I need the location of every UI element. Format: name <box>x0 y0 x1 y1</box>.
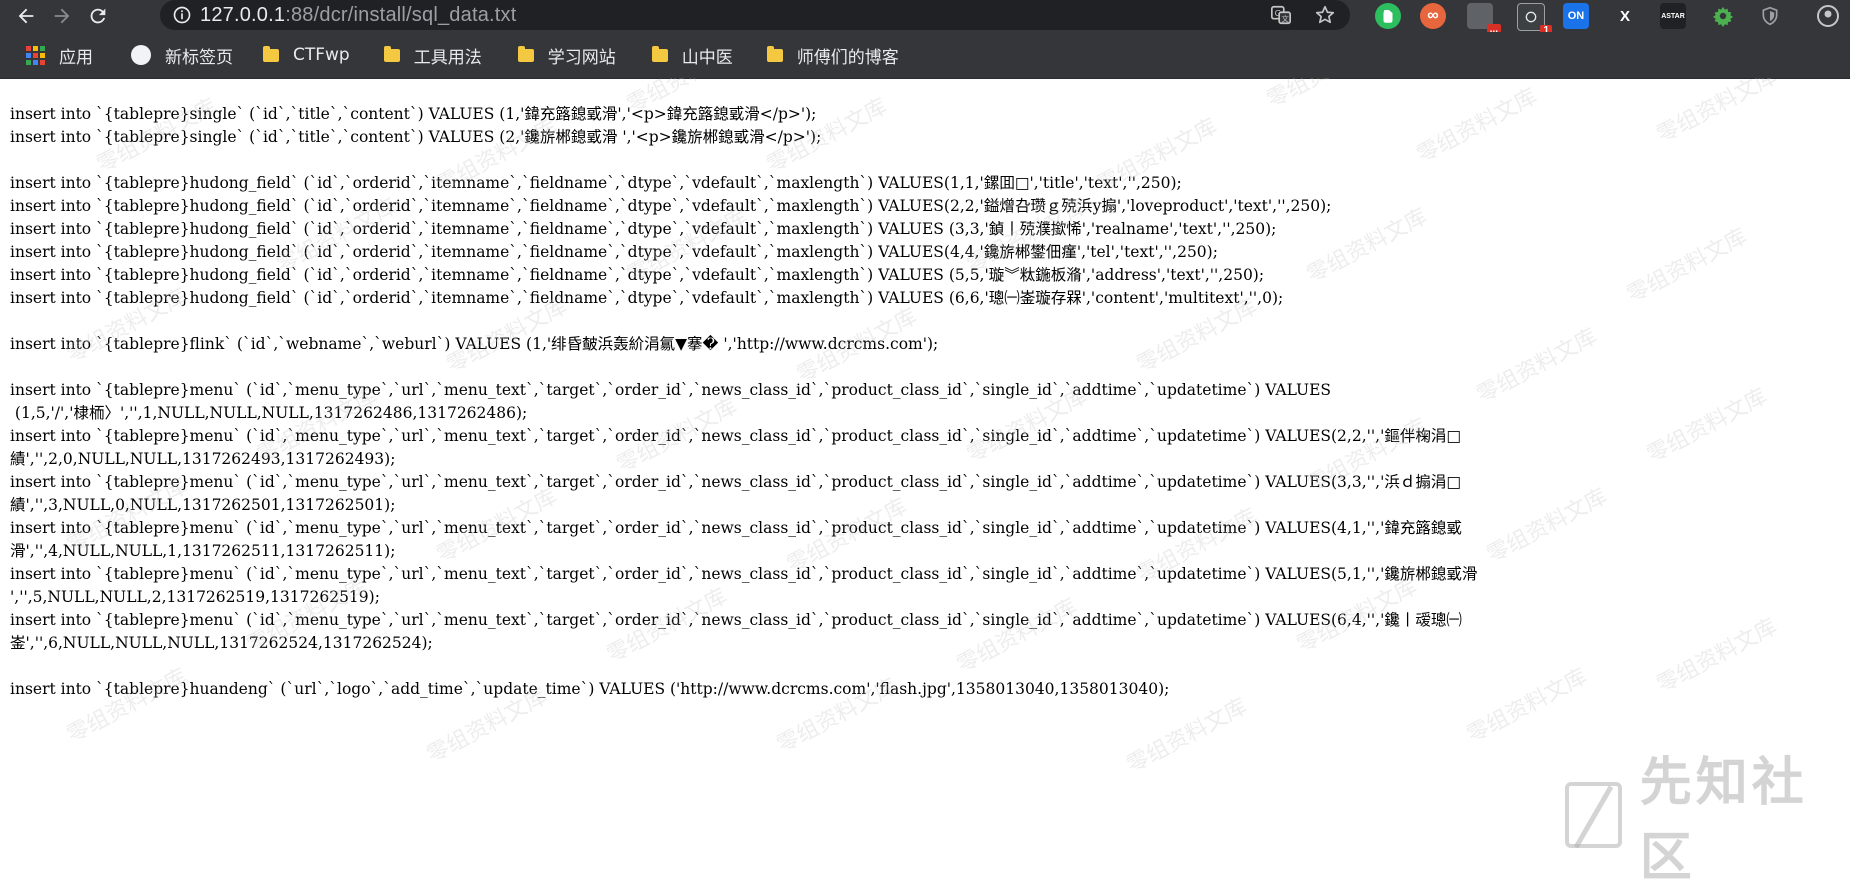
browser-toolbar: 127.0.0.1:88/dcr/install/sql_data.txt G文… <box>0 0 1850 36</box>
sql-line: 績','',3,NULL,0,NULL,1317262501,131726250… <box>10 496 396 514</box>
watermark-text: 零组资料文库 <box>1123 694 1252 779</box>
bookmark-folder-shanzhongyi[interactable]: 山中医 <box>644 40 741 70</box>
plain-text-document: insert into `{tablepre}single` (`id`,`ti… <box>10 103 1840 701</box>
bookmark-label: CTFwp <box>293 45 350 65</box>
folder-icon <box>651 45 668 62</box>
sql-line: 績','',2,0,NULL,NULL,1317262493,131726249… <box>10 450 396 468</box>
bookmark-label: 山中医 <box>681 47 733 68</box>
sql-line: insert into `{tablepre}menu` (`id`,`menu… <box>10 381 1332 399</box>
puzzle-extension-icon[interactable]: ... <box>1467 3 1501 35</box>
gear-extension-icon[interactable] <box>1710 3 1736 29</box>
x-label: X <box>1619 7 1630 25</box>
sql-line: 崟','',6,NULL,NULL,NULL,1317262524,131726… <box>10 634 433 652</box>
apps-grid-icon <box>26 45 45 65</box>
sql-line: insert into `{tablepre}menu` (`id`,`menu… <box>10 427 1461 445</box>
reload-button[interactable] <box>80 0 116 32</box>
sql-line: insert into `{tablepre}single` (`id`,`ti… <box>10 128 822 146</box>
bookmark-label: 工具用法 <box>413 47 482 68</box>
proxy-toggle-extension-icon[interactable]: ON <box>1563 3 1589 29</box>
sql-line: insert into `{tablepre}menu` (`id`,`menu… <box>10 473 1461 491</box>
sql-line: insert into `{tablepre}hudong_field` (`i… <box>10 266 1265 284</box>
address-bar[interactable]: 127.0.0.1:88/dcr/install/sql_data.txt G文 <box>160 0 1350 30</box>
sql-line: insert into `{tablepre}menu` (`id`,`menu… <box>10 565 1478 583</box>
bookmarks-bar: 应用 新标签页 CTFwp 工具用法 学习网站 山中医 师傅们的博客 <box>0 32 1850 79</box>
bookmark-label: 学习网站 <box>547 47 616 68</box>
bookmark-new-tab[interactable]: 新标签页 <box>123 40 241 70</box>
bookmark-folder-tools[interactable]: 工具用法 <box>376 40 490 70</box>
brand-watermark-text: 先知社区 <box>1639 753 1808 888</box>
bookmark-label: 新标签页 <box>165 47 233 68</box>
url-text[interactable]: 127.0.0.1:88/dcr/install/sql_data.txt <box>200 4 517 27</box>
bookmark-folder-learning[interactable]: 学习网站 <box>510 40 624 70</box>
profile-avatar-icon[interactable] <box>1815 3 1841 29</box>
folder-icon <box>766 45 783 62</box>
toggle-on-label: ON <box>1567 10 1585 22</box>
sql-line: insert into `{tablepre}menu` (`id`,`menu… <box>10 519 1462 537</box>
bookmark-folder-blogs[interactable]: 师傅们的博客 <box>759 40 907 70</box>
globe-icon <box>131 45 151 65</box>
sql-line: insert into `{tablepre}menu` (`id`,`menu… <box>10 611 1462 629</box>
info-icon[interactable] <box>172 5 200 25</box>
infinity-extension-icon[interactable]: ∞ <box>1420 3 1446 29</box>
arrow-left-icon <box>18 8 34 24</box>
back-button[interactable] <box>8 0 44 32</box>
brand-logo-icon <box>1565 782 1622 848</box>
astar-label: ASTAR <box>1661 12 1685 20</box>
bookmark-label: 应用 <box>59 47 93 68</box>
astar-extension-icon[interactable]: ASTAR <box>1660 3 1686 29</box>
sql-line: insert into `{tablepre}single` (`id`,`ti… <box>10 105 817 123</box>
folder-icon <box>517 45 534 62</box>
recorder-extension-icon[interactable]: 1 <box>1517 3 1552 36</box>
x-extension-icon[interactable]: X <box>1612 3 1638 29</box>
sql-line: (1,5,'/','棣栭〉','',1,NULL,NULL,NULL,13172… <box>10 404 528 422</box>
bookmark-folder-ctfwp[interactable]: CTFwp <box>255 40 358 70</box>
sql-line: insert into `{tablepre}hudong_field` (`i… <box>10 197 1332 215</box>
sql-line: insert into `{tablepre}flink` (`id`,`web… <box>10 335 939 353</box>
bookmark-label: 师傅们的博客 <box>796 47 899 68</box>
sql-line: 滑','',4,NULL,NULL,1,1317262511,131726251… <box>10 542 396 560</box>
folder-icon <box>263 45 279 62</box>
svg-text:文: 文 <box>1281 14 1289 23</box>
reload-icon <box>90 8 106 24</box>
brand-watermark: 先知社区 <box>1565 740 1850 890</box>
sql-line: insert into `{tablepre}hudong_field` (`i… <box>10 243 1218 261</box>
arrow-right-icon <box>54 8 70 24</box>
sql-line: insert into `{tablepre}hudong_field` (`i… <box>10 289 1284 307</box>
evernote-extension-icon[interactable] <box>1375 3 1401 29</box>
folder-icon <box>383 45 400 62</box>
url-path: :88/dcr/install/sql_data.txt <box>285 3 517 26</box>
sql-line: ','',5,NULL,NULL,2,1317262519,1317262519… <box>10 588 380 606</box>
shield-extension-icon[interactable] <box>1757 3 1783 29</box>
sql-line: insert into `{tablepre}hudong_field` (`i… <box>10 174 1182 192</box>
sql-line: insert into `{tablepre}huandeng` (`url`,… <box>10 680 1170 698</box>
translate-icon[interactable]: G文 <box>1270 4 1292 26</box>
bookmark-star-icon[interactable] <box>1314 4 1336 26</box>
url-host: 127.0.0.1 <box>200 3 286 26</box>
bookmark-apps[interactable]: 应用 <box>18 40 101 70</box>
forward-button[interactable] <box>44 0 80 32</box>
sql-line: insert into `{tablepre}hudong_field` (`i… <box>10 220 1277 238</box>
